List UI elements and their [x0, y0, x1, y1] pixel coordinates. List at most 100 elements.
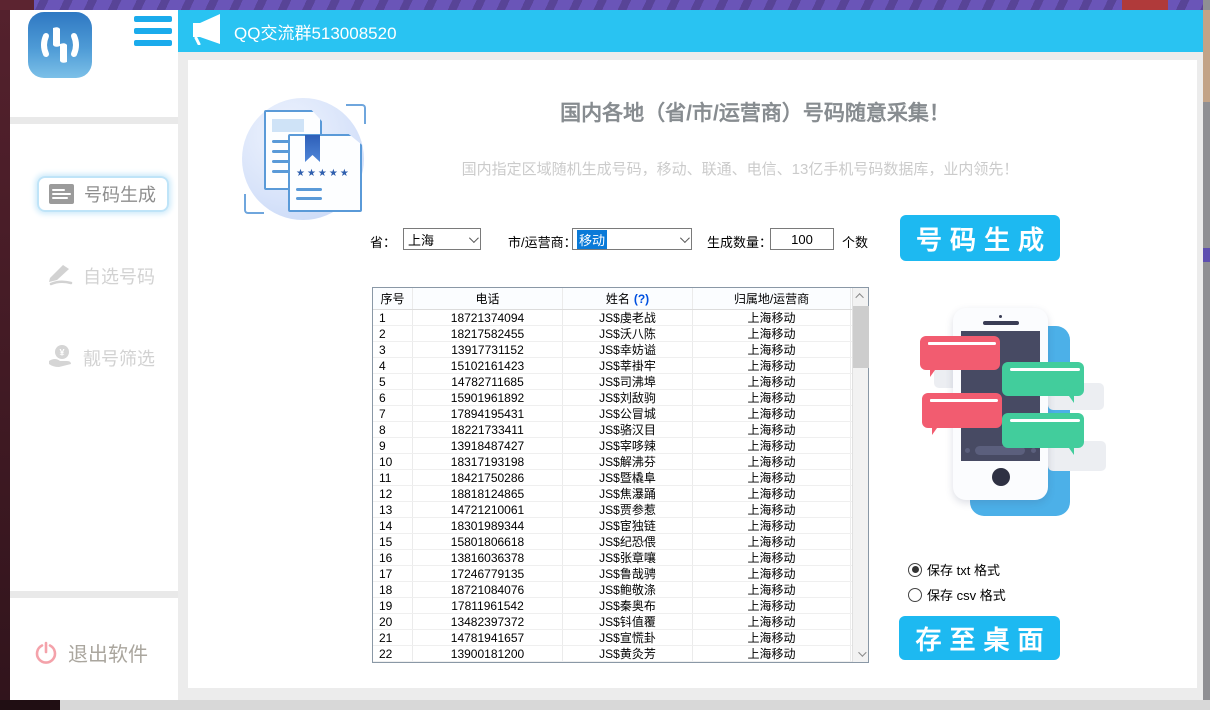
- table-row[interactable]: 19 17811961542 JS$秦奥布 上海移动: [373, 598, 868, 614]
- cell-phone: 13918487427: [413, 438, 563, 453]
- scrollbar-thumb[interactable]: [853, 306, 869, 368]
- chat-bubble-pink: [920, 336, 1000, 370]
- cell-carrier: 上海移动: [693, 310, 851, 325]
- save-to-desktop-button[interactable]: 存至桌面: [899, 616, 1060, 660]
- cell-phone: 18317193198: [413, 454, 563, 469]
- sidebar-item-label: 靓号筛选: [83, 345, 155, 371]
- cell-carrier: 上海移动: [693, 438, 851, 453]
- page-subtitle: 国内指定区域随机生成号码，移动、联通、电信、13亿手机号码数据库，业内领先！: [400, 158, 1080, 179]
- cell-name: JS$宰哆辣: [563, 438, 693, 453]
- cell-carrier: 上海移动: [693, 614, 851, 629]
- cell-carrier: 上海移动: [693, 518, 851, 533]
- table-row[interactable]: 22 13900181200 JS$黄灸芳 上海移动: [373, 646, 868, 662]
- sidebar-item-custom-number[interactable]: 自选号码: [37, 258, 169, 294]
- cell-phone: 18217582455: [413, 326, 563, 341]
- table-row[interactable]: 11 18421750286 JS$暨橇阜 上海移动: [373, 470, 868, 486]
- cell-carrier: 上海移动: [693, 422, 851, 437]
- city-carrier-select[interactable]: 移动: [572, 228, 692, 250]
- cell-phone: 14782711685: [413, 374, 563, 389]
- frame-bracket-decoration: [244, 194, 264, 214]
- sidebar-item-label: 自选号码: [83, 263, 155, 289]
- cell-phone: 17894195431: [413, 406, 563, 421]
- table-row[interactable]: 15 15801806618 JS$纪恐偎 上海移动: [373, 534, 868, 550]
- sidebar-item-number-generate[interactable]: 号码生成: [37, 176, 169, 212]
- cell-name: JS$张章嚷: [563, 550, 693, 565]
- table-row[interactable]: 9 13918487427 JS$宰哆辣 上海移动: [373, 438, 868, 454]
- province-select[interactable]: 上海: [403, 228, 481, 250]
- svg-text:¥: ¥: [59, 347, 64, 357]
- sidebar-item-nice-number-filter[interactable]: ¥ 靓号筛选: [37, 340, 169, 376]
- cell-carrier: 上海移动: [693, 486, 851, 501]
- table-row[interactable]: 7 17894195431 JS$公冒城 上海移动: [373, 406, 868, 422]
- cell-name: JS$宣慌卦: [563, 630, 693, 645]
- cell-index: 13: [373, 502, 413, 517]
- cell-carrier: 上海移动: [693, 470, 851, 485]
- chat-bubble-green: [1002, 362, 1084, 396]
- table-row[interactable]: 5 14782711685 JS$司沸埠 上海移动: [373, 374, 868, 390]
- table-row[interactable]: 1 18721374094 JS$虔老战 上海移动: [373, 310, 868, 326]
- table-row[interactable]: 21 14781941657 JS$宣慌卦 上海移动: [373, 630, 868, 646]
- cell-phone: 15102161423: [413, 358, 563, 373]
- cell-name: JS$骆汉目: [563, 422, 693, 437]
- header-name-label: 姓名: [606, 290, 630, 307]
- quantity-input[interactable]: [770, 228, 834, 250]
- scroll-down-icon[interactable]: [853, 646, 869, 662]
- exit-app-button[interactable]: 退出软件: [34, 638, 148, 667]
- cell-index: 5: [373, 374, 413, 389]
- cell-carrier: 上海移动: [693, 390, 851, 405]
- cell-index: 11: [373, 470, 413, 485]
- table-row[interactable]: 4 15102161423 JS$莘褂牢 上海移动: [373, 358, 868, 374]
- cell-name: JS$司沸埠: [563, 374, 693, 389]
- cell-carrier: 上海移动: [693, 630, 851, 645]
- table-row[interactable]: 2 18217582455 JS$沃八陈 上海移动: [373, 326, 868, 342]
- table-row[interactable]: 3 13917731152 JS$幸妨谥 上海移动: [373, 342, 868, 358]
- bookmark-ribbon-icon: [305, 135, 320, 162]
- save-txt-radio[interactable]: 保存 txt 格式: [908, 560, 1000, 579]
- table-row[interactable]: 12 18818124865 JS$焦瀑踊 上海移动: [373, 486, 868, 502]
- cell-carrier: 上海移动: [693, 502, 851, 517]
- cell-carrier: 上海移动: [693, 406, 851, 421]
- save-csv-label: 保存 csv 格式: [927, 585, 1006, 604]
- cell-carrier: 上海移动: [693, 374, 851, 389]
- table-row[interactable]: 14 18301989344 JS$宦独链 上海移动: [373, 518, 868, 534]
- desktop-taskbar-strip: [0, 700, 1210, 710]
- cell-index: 14: [373, 518, 413, 533]
- desktop-background-bottom-left: [0, 700, 60, 710]
- table-row[interactable]: 8 18221733411 JS$骆汉目 上海移动: [373, 422, 868, 438]
- cell-carrier: 上海移动: [693, 566, 851, 581]
- cell-name: JS$暨橇阜: [563, 470, 693, 485]
- cell-name: JS$纪恐偎: [563, 534, 693, 549]
- cell-phone: 15901961892: [413, 390, 563, 405]
- phone-chat-illustration: [898, 298, 1110, 526]
- cell-carrier: 上海移动: [693, 534, 851, 549]
- name-help-link[interactable]: (?): [634, 292, 649, 306]
- menu-hamburger-icon[interactable]: [134, 16, 172, 46]
- cell-index: 7: [373, 406, 413, 421]
- cell-phone: 18721084076: [413, 582, 563, 597]
- cell-phone: 15801806618: [413, 534, 563, 549]
- table-row[interactable]: 13 14721210061 JS$贾参惹 上海移动: [373, 502, 868, 518]
- cell-index: 8: [373, 422, 413, 437]
- radio-unchecked-icon: [908, 588, 922, 602]
- table-row[interactable]: 6 15901961892 JS$刘敌驹 上海移动: [373, 390, 868, 406]
- phone-home-button-shape: [992, 468, 1010, 486]
- cell-name: JS$黄灸芳: [563, 646, 693, 661]
- table-row[interactable]: 18 18721084076 JS$鲍敬涤 上海移动: [373, 582, 868, 598]
- scroll-up-icon[interactable]: [853, 288, 869, 304]
- radio-checked-icon: [908, 563, 922, 577]
- table-row[interactable]: 20 13482397372 JS$钭值覆 上海移动: [373, 614, 868, 630]
- generate-numbers-button[interactable]: 号码生成: [900, 215, 1060, 261]
- cell-name: JS$焦瀑踊: [563, 486, 693, 501]
- table-row[interactable]: 10 18317193198 JS$解沸芬 上海移动: [373, 454, 868, 470]
- header-carrier: 归属地/运营商: [693, 288, 851, 309]
- save-csv-radio[interactable]: 保存 csv 格式: [908, 585, 1006, 604]
- chevron-down-icon: [469, 233, 479, 243]
- desktop-background-red-patch: [1122, 0, 1168, 10]
- cell-name: JS$刘敌驹: [563, 390, 693, 405]
- table-row[interactable]: 17 17246779135 JS$鲁哉骋 上海移动: [373, 566, 868, 582]
- table-scrollbar[interactable]: [852, 288, 868, 662]
- desktop-background-top-left: [0, 0, 34, 10]
- quantity-unit-label: 个数: [842, 232, 868, 251]
- cell-name: JS$公冒城: [563, 406, 693, 421]
- table-row[interactable]: 16 13816036378 JS$张章嚷 上海移动: [373, 550, 868, 566]
